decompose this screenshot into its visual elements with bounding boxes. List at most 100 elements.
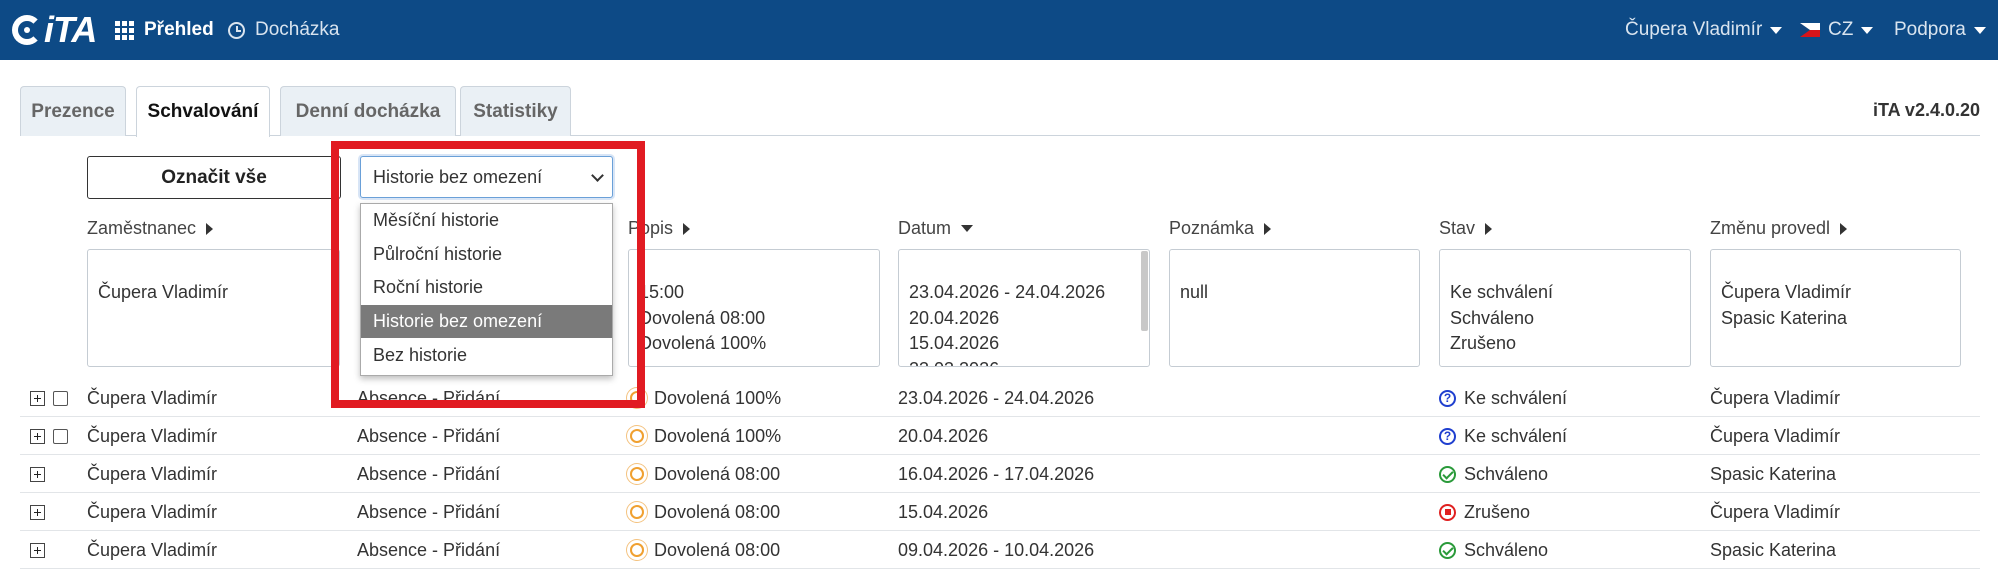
filter-option[interactable]: 23.03.2026 [909,357,1139,367]
cell-description: Dovolená 100% [654,425,782,446]
cell-type: Absence - Přidání [357,501,501,522]
dropdown-option-monthly[interactable]: Měsíční historie [361,204,612,238]
dropdown-option-unlimited[interactable]: Historie bez omezení [361,304,612,339]
column-header-description[interactable]: Popis [628,218,691,239]
filter-option[interactable]: 20.04.2026 [909,306,1139,332]
filter-note[interactable]: null [1169,249,1420,367]
filter-option[interactable]: Čupera Vladimír [98,280,329,306]
cell-description: Dovolená 08:00 [654,539,781,560]
sort-arrow-icon [206,222,214,235]
sun-icon [630,505,644,519]
check-circle-icon [1439,541,1456,559]
table-row: Čupera Vladimír Absence - Přidání Dovole… [20,417,1980,455]
tab-statistiky[interactable]: Statistiky [460,86,571,136]
column-header-label: Popis [628,218,674,238]
column-header-note[interactable]: Poznámka [1169,218,1272,239]
history-select[interactable]: Historie bez omezení [360,156,613,198]
tab-schvalovani[interactable]: Schvalování [136,86,270,137]
nav-item-dochazka[interactable]: Docházka [228,0,340,60]
language-menu[interactable]: CZ [1800,0,1874,60]
cell-employee: Čupera Vladimír [87,463,218,484]
dropdown-option-half-year[interactable]: Půlroční historie [361,238,612,272]
dropdown-option-no-history[interactable]: Bez historie [361,338,612,372]
history-dropdown-list: Měsíční historie Půlroční historie Roční… [360,203,613,376]
filter-option[interactable]: Zrušeno [1450,331,1680,357]
table-row: Čupera Vladimír Absence - Přidání Dovole… [20,379,1980,417]
cell-state: Ke schválení [1464,387,1568,408]
cell-changed-by: Čupera Vladimír [1710,425,1841,446]
column-header-label: Stav [1439,218,1476,238]
caret-down-icon [1770,26,1783,34]
filter-state[interactable]: Ke schválení Schváleno Zrušeno [1439,249,1691,367]
nav-item-prehled[interactable]: Přehled [115,0,214,60]
filter-option[interactable]: Čupera Vladimír [1721,280,1950,306]
column-header-label: Změnu provedl [1710,218,1831,238]
question-icon: ? [1439,427,1456,445]
filter-option[interactable]: Dovolená 08:00 [639,306,869,332]
filter-option[interactable]: Ke schválení [1450,280,1680,306]
filter-option[interactable]: Spasic Katerina [1721,306,1950,332]
filter-changed-by[interactable]: Čupera Vladimír Spasic Katerina [1710,249,1961,367]
filter-option[interactable]: null [1180,280,1409,306]
caret-down-icon [1861,26,1874,34]
sun-icon [630,391,644,405]
column-header-changed-by[interactable]: Změnu provedl [1710,218,1848,239]
filter-option[interactable]: 15.04.2026 [909,331,1139,357]
expand-plus-icon[interactable] [30,543,45,558]
filter-description[interactable]: 15:00 Dovolená 08:00 Dovolená 100% [628,249,880,367]
column-header-state[interactable]: Stav [1439,218,1493,239]
sort-desc-icon [961,225,974,232]
tab-bar: Prezence Schvalování Denní docházka Stat… [20,86,1980,137]
scrollbar[interactable] [1141,251,1148,331]
expand-plus-icon[interactable] [30,429,45,444]
tab-label: Prezence [31,100,115,122]
history-select-value: Historie bez omezení [373,166,543,187]
cell-employee: Čupera Vladimír [87,425,218,446]
user-menu[interactable]: Čupera Vladimír [1625,0,1783,60]
cell-description: Dovolená 100% [654,387,782,408]
filter-option[interactable]: Schváleno [1450,306,1680,332]
filter-option[interactable]: 15:00 [639,280,869,306]
cell-changed-by: Spasic Katerina [1710,463,1837,484]
cell-date: 20.04.2026 [898,425,989,446]
cell-type: Absence - Přidání [357,463,501,484]
mark-all-button[interactable]: Označit vše [87,156,341,199]
cell-description: Dovolená 08:00 [654,463,781,484]
expand-plus-icon[interactable] [30,391,45,406]
column-header-label: Datum [898,218,952,238]
filter-date[interactable]: 23.04.2026 - 24.04.2026 20.04.2026 15.04… [898,249,1150,367]
language-label: CZ [1828,19,1854,40]
sort-arrow-icon [1264,222,1272,235]
tab-denni-dochazka[interactable]: Denní docházka [280,86,456,136]
column-header-date[interactable]: Datum [898,218,974,239]
tab-prezence[interactable]: Prezence [20,86,126,136]
column-header-label: Poznámka [1169,218,1255,238]
column-header-label: Zaměstnanec [87,218,197,238]
grid-icon [115,20,134,40]
dropdown-option-yearly[interactable]: Roční historie [361,271,612,305]
ita-logo[interactable]: iTA [12,9,97,50]
logo-text: iTA [44,9,97,50]
chevron-down-icon [591,169,604,182]
filter-option[interactable]: Dovolená 100% [639,331,869,357]
stop-circle-icon [1439,503,1456,521]
cell-type: Absence - Přidání [357,387,501,408]
cell-date: 16.04.2026 - 17.04.2026 [898,463,1095,484]
version-label: iTA v2.4.0.20 [1872,100,1980,120]
nav-item-label: Docházka [255,19,340,40]
row-checkbox[interactable] [53,429,68,444]
logo-c-icon [12,15,42,45]
support-menu[interactable]: Podpora [1894,0,1986,60]
filter-option[interactable]: 23.04.2026 - 24.04.2026 [909,280,1139,306]
cell-employee: Čupera Vladimír [87,539,218,560]
user-name: Čupera Vladimír [1625,19,1763,40]
cell-state: Zrušeno [1464,501,1531,522]
table-row: Čupera Vladimír Absence - Přidání Dovole… [20,455,1980,493]
expand-plus-icon[interactable] [30,505,45,520]
nav-item-label: Přehled [144,19,214,40]
cell-date: 09.04.2026 - 10.04.2026 [898,539,1095,560]
expand-plus-icon[interactable] [30,467,45,482]
column-header-employee[interactable]: Zaměstnanec [87,218,214,239]
filter-employee[interactable]: Čupera Vladimír [87,249,340,367]
row-checkbox[interactable] [53,391,68,406]
